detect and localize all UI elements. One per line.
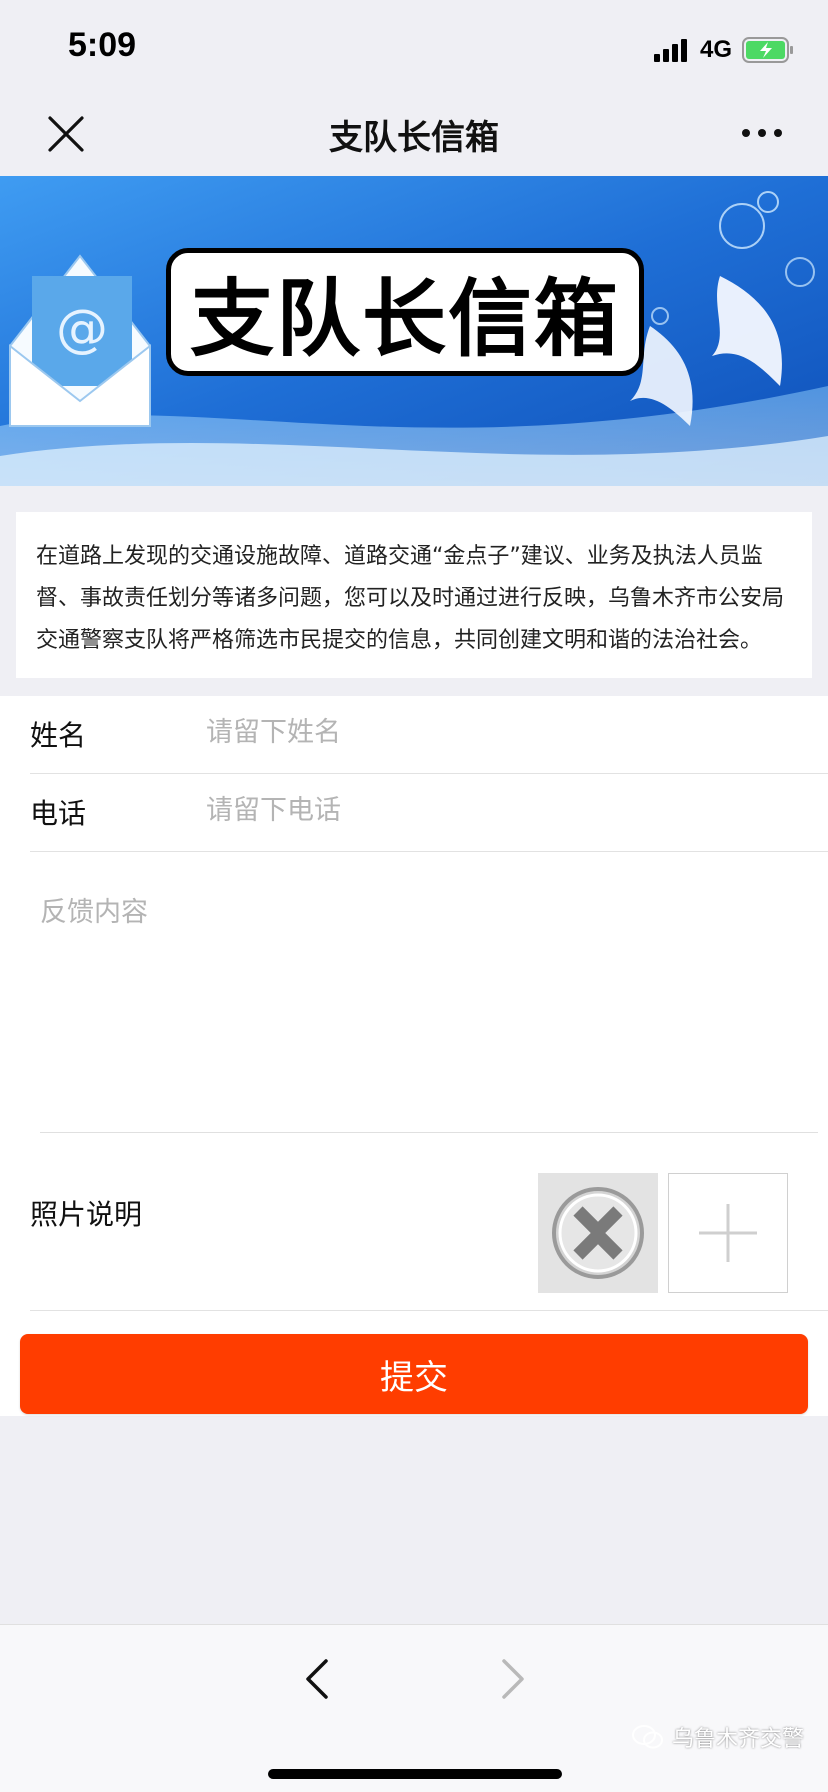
chevron-right-icon[interactable] (496, 1657, 530, 1701)
add-photo-icon[interactable] (668, 1173, 788, 1293)
submit-button[interactable]: 提交 (20, 1334, 808, 1414)
name-input[interactable] (206, 710, 766, 754)
intro-text: 在道路上发现的交通设施故障、道路交通“金点子”建议、业务及执法人员监督、事故责任… (36, 544, 785, 653)
feedback-textarea[interactable] (40, 890, 818, 1128)
battery-charging-icon (742, 37, 793, 63)
chevron-left-icon[interactable] (300, 1657, 334, 1701)
watermark-text: 乌鲁木齐交警 (671, 1727, 804, 1752)
status-indicators: 4G (653, 36, 794, 64)
nav-bar: 支队长信箱 (0, 96, 828, 176)
photo-label: 照片说明 (30, 1198, 143, 1231)
page-title: 支队长信箱 (329, 118, 499, 158)
signal-icon (653, 38, 690, 62)
status-bar: 5:09 4G (0, 0, 828, 96)
bottom-toolbar: 乌鲁木齐交警 (0, 1624, 828, 1792)
intro-card: 在道路上发现的交通设施故障、道路交通“金点子”建议、业务及执法人员监督、事故责任… (16, 512, 812, 678)
home-indicator (268, 1769, 562, 1779)
banner-title-box: 支队长信箱 (166, 248, 644, 376)
name-row: 姓名 (30, 696, 828, 774)
photo-row: 照片说明 (30, 1133, 828, 1311)
banner-title: 支队长信箱 (189, 269, 620, 368)
remove-photo-icon[interactable] (538, 1173, 658, 1293)
status-time: 5:09 (68, 26, 137, 64)
name-label: 姓名 (30, 719, 87, 752)
banner: @ 支队长信箱 (0, 176, 828, 486)
phone-label: 电话 (30, 797, 87, 830)
phone-input[interactable] (206, 788, 766, 832)
svg-text:@: @ (56, 299, 108, 359)
watermark: 乌鲁木齐交警 (631, 1721, 804, 1753)
wechat-icon (631, 1725, 663, 1749)
feedback-form: 姓名 电话 照片说明 提交 (0, 696, 828, 1416)
network-label: 4G (699, 36, 732, 63)
more-icon[interactable] (740, 118, 784, 148)
phone-row: 电话 (30, 774, 828, 852)
